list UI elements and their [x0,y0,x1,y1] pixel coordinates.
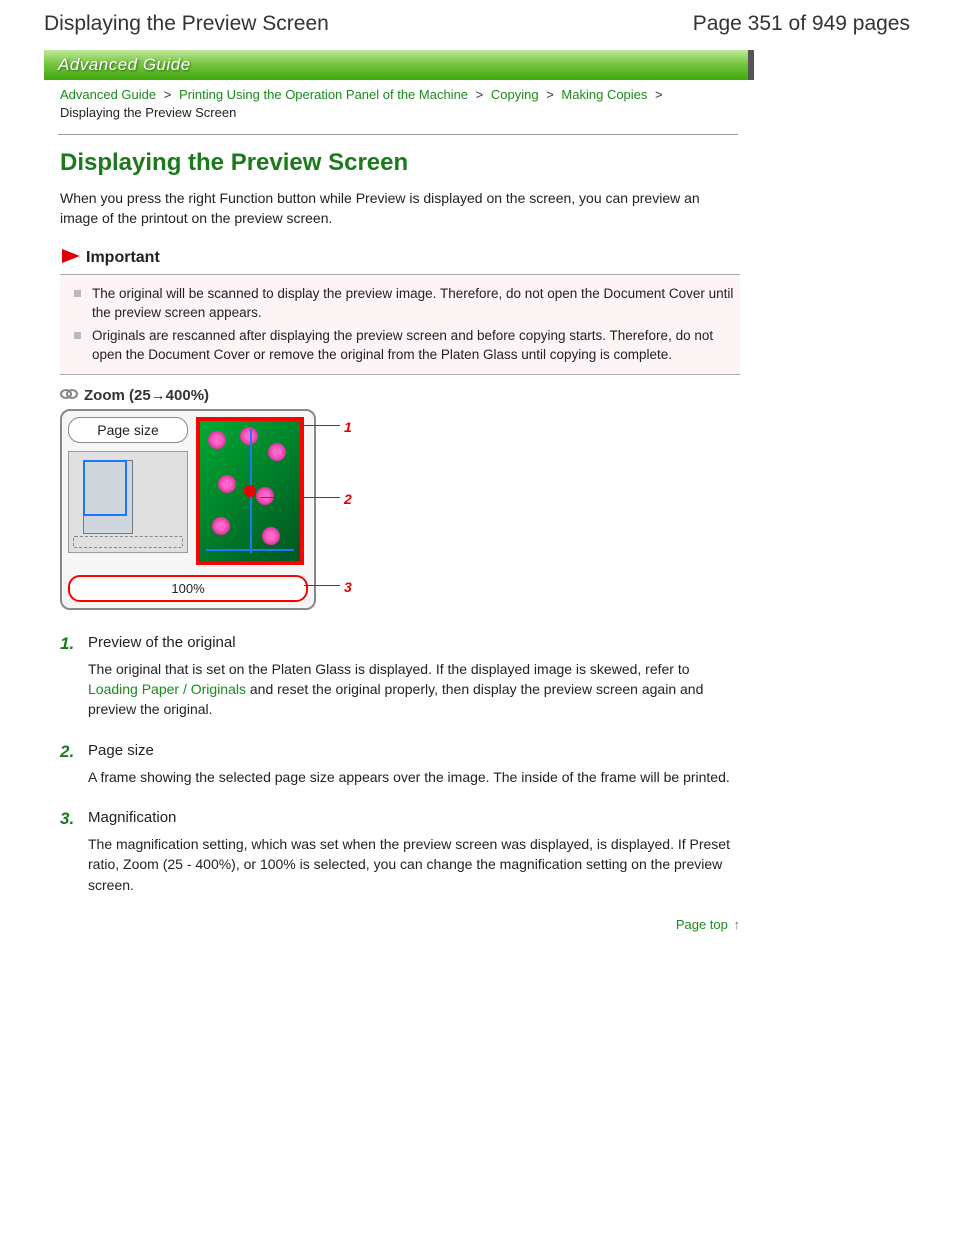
guide-header: Advanced Guide [44,50,754,80]
callout-3: 3 [344,579,352,595]
feature-body: The magnification setting, which was set… [88,834,740,895]
magnification-value: 100% [68,575,308,602]
important-label: Important [86,249,160,267]
preview-screenshot: Zoom (25→400%) Page size [60,387,360,610]
feature-num: 1. [60,634,74,654]
page-heading: Displaying the Preview Screen [60,149,740,177]
loading-paper-link[interactable]: Loading Paper / Originals [88,681,246,697]
breadcrumb-sep: > [160,87,176,102]
feature-title: Page size [88,742,740,759]
flag-icon [60,247,82,270]
page-indicator: Page 351 of 949 pages [693,12,910,36]
breadcrumb-link[interactable]: Advanced Guide [60,87,156,102]
feature-num: 2. [60,742,74,762]
important-item: The original will be scanned to display … [74,284,734,323]
callout-2: 2 [344,491,352,507]
intro-text: When you press the right Function button… [60,189,740,228]
feature-item: 3. Magnification The magnification setti… [60,809,740,895]
feature-body: The original that is set on the Platen G… [88,659,740,720]
page-thumb [68,451,188,553]
feature-title: Preview of the original [88,634,740,651]
breadcrumb-link[interactable]: Copying [491,87,539,102]
breadcrumb-sep: > [651,87,667,102]
breadcrumb-link[interactable]: Making Copies [561,87,647,102]
breadcrumb-link[interactable]: Printing Using the Operation Panel of th… [179,87,468,102]
zoom-title: Zoom (25→400%) [84,387,209,404]
feature-item: 2. Page size A frame showing the selecte… [60,742,740,787]
breadcrumb-current: Displaying the Preview Screen [60,105,236,120]
feature-num: 3. [60,809,74,829]
breadcrumb-sep: > [542,87,558,102]
preview-image [196,417,304,565]
breadcrumb: Advanced Guide > Printing Using the Oper… [44,80,720,128]
page-top-link[interactable]: Page top [676,917,728,932]
arrow-up-icon: ↑ [734,917,741,932]
important-item: Originals are rescanned after displaying… [74,326,734,365]
feature-body: A frame showing the selected page size a… [88,767,740,787]
page-size-button: Page size [68,417,188,443]
chain-icon [60,387,78,405]
breadcrumb-sep: > [472,87,488,102]
important-box: The original will be scanned to display … [60,274,740,375]
feature-item: 1. Preview of the original The original … [60,634,740,720]
feature-title: Magnification [88,809,740,826]
doc-title: Displaying the Preview Screen [44,12,329,36]
callout-1: 1 [344,419,352,435]
divider [58,134,738,135]
